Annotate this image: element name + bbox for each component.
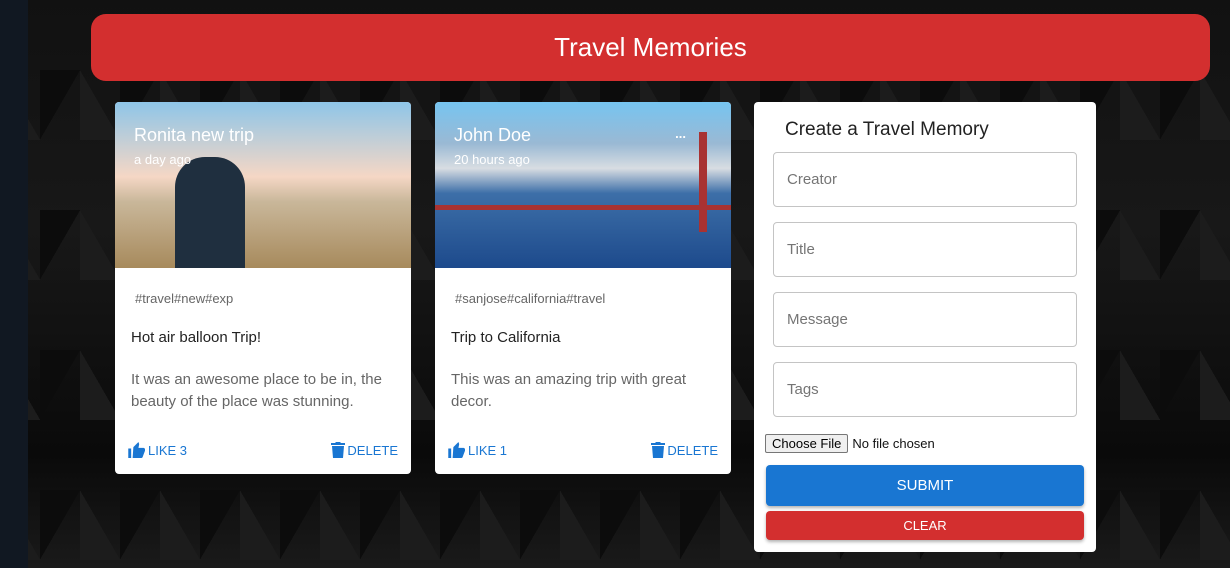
tags-input[interactable] bbox=[773, 362, 1077, 417]
like-button[interactable]: LIKE 1 bbox=[448, 442, 507, 458]
post-creator: John Doe bbox=[454, 125, 532, 145]
like-button[interactable]: LIKE 3 bbox=[128, 442, 187, 458]
delete-button[interactable]: DELETE bbox=[331, 442, 398, 458]
title-input[interactable] bbox=[773, 222, 1077, 277]
thumb-up-icon bbox=[448, 442, 465, 458]
submit-button[interactable]: SUBMIT bbox=[766, 465, 1084, 506]
more-options-button[interactable]: ... bbox=[675, 126, 686, 141]
app-title: Travel Memories bbox=[554, 32, 747, 62]
post-card: John Doe 20 hours ago ... #sanjose#calif… bbox=[435, 102, 731, 474]
post-title: Trip to California bbox=[451, 329, 561, 346]
creator-input[interactable] bbox=[773, 152, 1077, 207]
trash-icon bbox=[331, 442, 346, 458]
post-message: It was an awesome place to be in, the be… bbox=[131, 371, 382, 410]
post-image: John Doe 20 hours ago ... bbox=[435, 102, 731, 268]
form-heading: Create a Travel Memory bbox=[785, 119, 989, 140]
post-creator: Ronita new trip bbox=[134, 125, 255, 145]
file-status: No file chosen bbox=[852, 436, 935, 451]
message-input[interactable] bbox=[773, 292, 1077, 347]
trash-icon bbox=[651, 442, 666, 458]
clear-button[interactable]: CLEAR bbox=[766, 511, 1084, 540]
create-memory-form: Create a Travel Memory Choose FileNo fil… bbox=[754, 102, 1096, 552]
thumb-up-icon bbox=[128, 442, 145, 458]
post-card: Ronita new trip a day ago #travel#new#ex… bbox=[115, 102, 411, 474]
post-message: This was an amazing trip with great deco… bbox=[451, 371, 687, 410]
post-image: Ronita new trip a day ago bbox=[115, 102, 411, 268]
app-bar: Travel Memories bbox=[91, 14, 1210, 81]
post-tags: #sanjose#california#travel bbox=[455, 291, 606, 306]
post-title: Hot air balloon Trip! bbox=[131, 329, 262, 346]
post-time: 20 hours ago bbox=[454, 152, 530, 167]
choose-file-button[interactable]: Choose File bbox=[765, 434, 849, 453]
file-input: Choose File No file chosen bbox=[765, 434, 935, 453]
post-tags: #travel#new#exp bbox=[135, 291, 234, 306]
delete-button[interactable]: DELETE bbox=[651, 442, 718, 458]
left-strip bbox=[0, 0, 28, 568]
post-time: a day ago bbox=[134, 152, 192, 167]
